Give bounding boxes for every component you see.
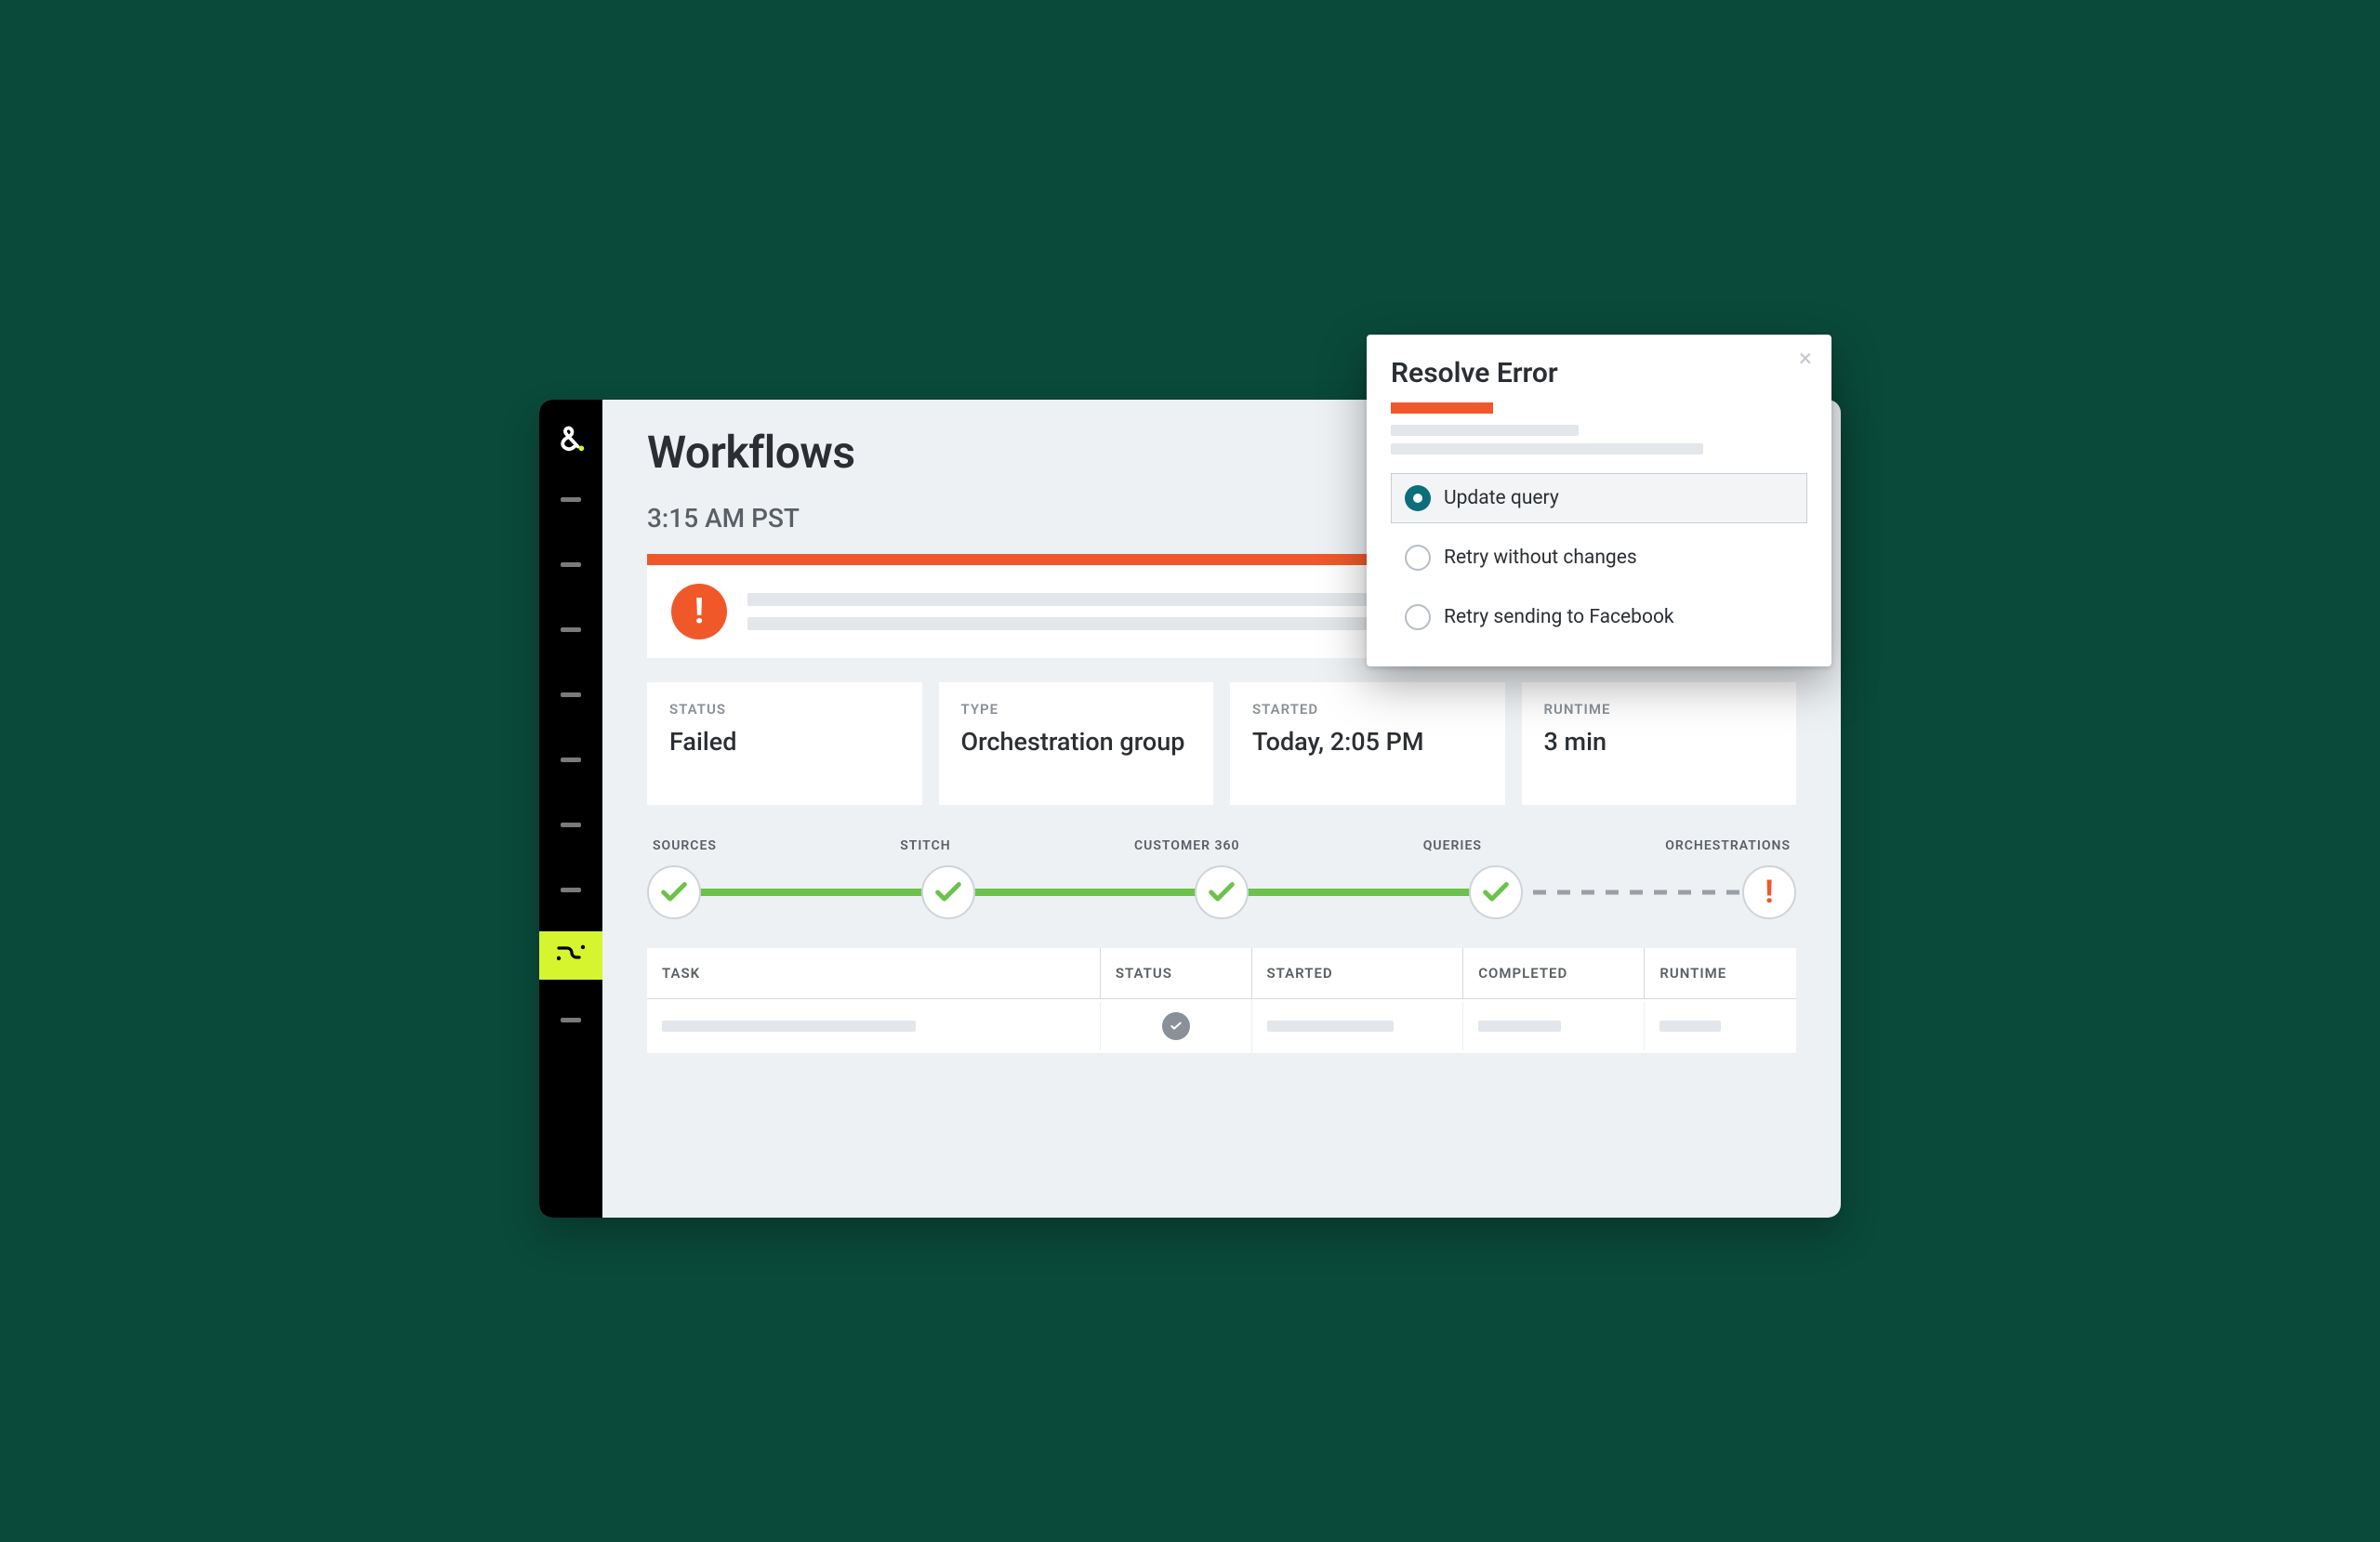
step-stitch[interactable] [921, 865, 975, 919]
th-started[interactable]: STARTED [1252, 948, 1464, 998]
error-bang-icon: ! [671, 584, 727, 639]
resolve-error-popover: × Resolve Error Update query Retry witho… [1367, 335, 1831, 666]
option-update-query[interactable]: Update query [1391, 473, 1807, 523]
nav-item-4[interactable] [539, 671, 602, 719]
step-label-c360: CUSTOMER 360 [1134, 838, 1239, 853]
option-retry[interactable]: Retry without changes [1391, 533, 1807, 583]
step-label-orch: ORCHESTRATIONS [1665, 838, 1791, 853]
step-label-queries: QUERIES [1423, 838, 1482, 853]
sidebar [539, 400, 602, 1218]
radio-selected-icon [1405, 485, 1431, 511]
card-type: TYPE Orchestration group [939, 682, 1214, 805]
nav-item-7[interactable] [539, 866, 602, 915]
step-orchestrations[interactable]: ! [1742, 865, 1796, 919]
workflow-stepper: SOURCES STITCH CUSTOMER 360 QUERIES ORCH… [647, 838, 1796, 922]
nav-item-9[interactable] [539, 996, 602, 1045]
option-retry-facebook-label: Retry sending to Facebook [1444, 606, 1674, 628]
error-icon: ! [1765, 874, 1773, 911]
card-status-value: Failed [669, 727, 900, 758]
card-status: STATUS Failed [647, 682, 922, 805]
summary-cards: STATUS Failed TYPE Orchestration group S… [647, 682, 1796, 805]
check-icon [1480, 876, 1512, 908]
step-sources[interactable] [647, 865, 701, 919]
check-icon [658, 876, 690, 908]
close-icon[interactable]: × [1792, 346, 1818, 372]
option-retry-facebook[interactable]: Retry sending to Facebook [1391, 592, 1807, 642]
radio-icon [1405, 545, 1431, 571]
th-status[interactable]: STATUS [1101, 948, 1252, 998]
nav-item-6[interactable] [539, 801, 602, 850]
card-status-label: STATUS [669, 701, 900, 718]
nav-item-5[interactable] [539, 736, 602, 784]
check-icon [932, 876, 964, 908]
card-type-value: Orchestration group [961, 727, 1192, 758]
popover-title: Resolve Error [1391, 357, 1807, 389]
task-table: TASK STATUS STARTED COMPLETED RUNTIME [647, 948, 1796, 1054]
connector-dashed [1509, 890, 1769, 894]
option-update-query-label: Update query [1444, 487, 1559, 509]
resolve-options: Update query Retry without changes Retry… [1391, 473, 1807, 642]
step-label-stitch: STITCH [900, 838, 950, 853]
th-completed[interactable]: COMPLETED [1463, 948, 1645, 998]
nav-item-workflows[interactable] [539, 931, 602, 980]
card-started-label: STARTED [1252, 701, 1483, 718]
card-runtime: RUNTIME 3 min [1522, 682, 1797, 805]
check-icon [1206, 876, 1237, 908]
option-retry-label: Retry without changes [1444, 547, 1637, 569]
radio-icon [1405, 604, 1431, 630]
step-customer360[interactable] [1195, 865, 1249, 919]
step-label-sources: SOURCES [653, 838, 717, 853]
card-started-value: Today, 2:05 PM [1252, 727, 1483, 758]
card-type-label: TYPE [961, 701, 1192, 718]
nav-item-3[interactable] [539, 606, 602, 654]
card-started: STARTED Today, 2:05 PM [1230, 682, 1505, 805]
brand-ampersand-icon [553, 420, 588, 455]
popover-accent [1391, 402, 1493, 414]
step-queries[interactable] [1469, 865, 1523, 919]
workflows-icon [557, 942, 585, 969]
card-runtime-value: 3 min [1544, 727, 1775, 758]
th-task[interactable]: TASK [647, 948, 1101, 998]
table-row[interactable] [647, 999, 1796, 1054]
card-runtime-label: RUNTIME [1544, 701, 1775, 718]
th-runtime[interactable]: RUNTIME [1645, 948, 1796, 998]
connector-solid [674, 889, 1509, 896]
nav-item-1[interactable] [539, 476, 602, 524]
nav-item-2[interactable] [539, 541, 602, 589]
status-complete-icon [1162, 1012, 1190, 1040]
